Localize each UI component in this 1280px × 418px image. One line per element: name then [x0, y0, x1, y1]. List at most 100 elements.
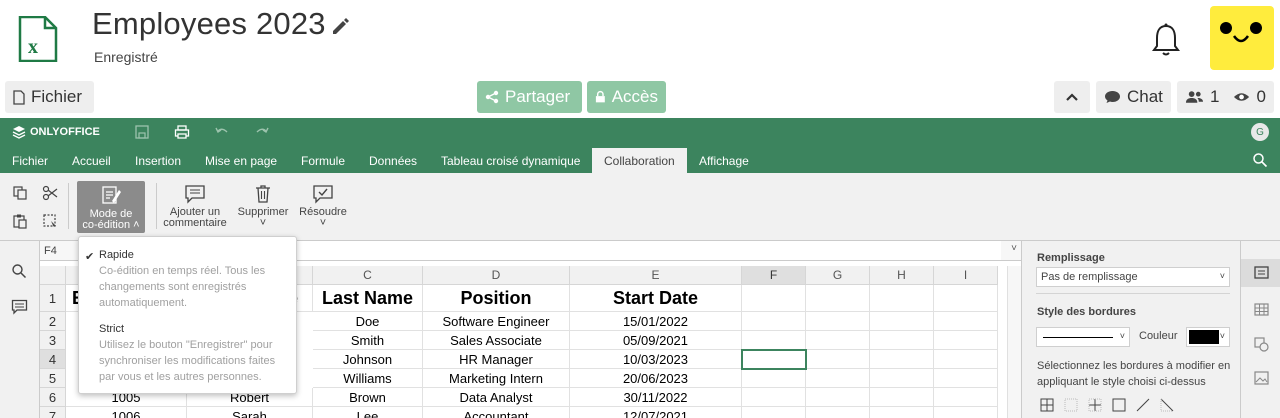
chat-button[interactable]: Chat [1096, 81, 1171, 113]
cell-last-name[interactable]: Johnson [313, 350, 423, 369]
column-header-i[interactable]: I [934, 266, 998, 285]
cell-last-name[interactable]: Williams [313, 369, 423, 388]
empty-cell[interactable] [742, 407, 998, 418]
column-header-e[interactable]: E [570, 266, 742, 285]
row-header[interactable]: 5 [40, 369, 66, 388]
cell-position[interactable]: HR Manager [423, 350, 570, 369]
cell-last-name[interactable]: Smith [313, 331, 423, 350]
cell-last-name[interactable]: Brown [313, 388, 423, 407]
comments-icon[interactable] [11, 299, 28, 315]
tab-formule[interactable]: Formule [289, 148, 357, 173]
border-style-select[interactable]: ˅ [1036, 327, 1130, 347]
empty-cell[interactable] [742, 369, 998, 388]
chevron-down-icon[interactable]: ˅ [1011, 243, 1017, 254]
document-title[interactable]: Employees 2023 [92, 6, 326, 42]
border-diagonal-down-icon[interactable] [1160, 398, 1174, 412]
cell-reference[interactable]: F4 [44, 245, 57, 257]
row-header[interactable]: 3 [40, 331, 66, 350]
selected-cell-f4[interactable] [741, 349, 807, 370]
tab-insertion[interactable]: Insertion [123, 148, 193, 173]
cell-position[interactable]: Accountant [423, 407, 570, 418]
undo-icon[interactable] [214, 124, 230, 140]
cell-position[interactable]: Data Analyst [423, 388, 570, 407]
column-header-g[interactable]: G [806, 266, 870, 285]
editor-user-avatar[interactable]: G [1251, 123, 1269, 141]
border-inner-icon[interactable] [1088, 398, 1102, 412]
resolve-comment-button[interactable]: Résoudre ˅ [296, 184, 350, 229]
search-icon[interactable] [1252, 152, 1268, 168]
cell-id[interactable]: 1006 [66, 407, 187, 418]
cell-first-name[interactable]: Sarah [187, 407, 313, 418]
cell-header-last-name[interactable]: Last Name [313, 285, 423, 312]
border-diagonal-up-icon[interactable] [1136, 398, 1150, 412]
tab-donnees[interactable]: Données [357, 148, 429, 173]
cell-position[interactable]: Sales Associate [423, 331, 570, 350]
table-settings-icon[interactable] [1254, 303, 1269, 316]
access-button[interactable]: Accès [587, 81, 666, 113]
row-header[interactable]: 2 [40, 312, 66, 331]
select-all-corner[interactable] [40, 266, 66, 285]
print-icon[interactable] [174, 124, 190, 140]
border-outer-icon[interactable] [1112, 398, 1126, 412]
cell-header-start-date[interactable]: Start Date [570, 285, 742, 312]
save-icon[interactable] [134, 124, 150, 140]
fill-select[interactable]: Pas de remplissage ˅ [1036, 267, 1230, 287]
border-none-icon[interactable] [1064, 398, 1078, 412]
vertical-scrollbar[interactable] [1007, 266, 1021, 418]
cell-last-name[interactable]: Lee [313, 407, 423, 418]
participants-button[interactable]: 1 0 [1177, 81, 1274, 113]
pencil-icon[interactable] [330, 16, 350, 36]
column-header-d[interactable]: D [423, 266, 570, 285]
select-all-icon[interactable] [42, 213, 58, 229]
cell-start-date[interactable]: 10/03/2023 [570, 350, 742, 369]
cell-position[interactable]: Marketing Intern [423, 369, 570, 388]
delete-comment-button[interactable]: Supprimer ˅ [234, 184, 292, 229]
share-button[interactable]: Partager [477, 81, 582, 113]
cell-header-position[interactable]: Position [423, 285, 570, 312]
empty-cell[interactable] [742, 388, 998, 407]
paste-icon[interactable] [12, 213, 28, 229]
cut-icon[interactable] [42, 185, 58, 201]
copy-icon[interactable] [12, 185, 28, 201]
shape-settings-icon[interactable] [1254, 337, 1269, 352]
empty-cell[interactable] [934, 285, 998, 312]
cell-start-date[interactable]: 12/07/2021 [570, 407, 742, 418]
coedit-mode-button[interactable]: Mode de co-édition ˄ [77, 181, 145, 233]
bell-icon[interactable] [1150, 22, 1182, 58]
border-presets[interactable] [1040, 398, 1190, 412]
column-header-c[interactable]: C [313, 266, 423, 285]
avatar[interactable] [1210, 6, 1274, 70]
empty-cell[interactable] [742, 285, 806, 312]
row-header[interactable]: 7 [40, 407, 66, 418]
add-comment-button[interactable]: Ajouter un commentaire [160, 184, 230, 229]
tab-mise-en-page[interactable]: Mise en page [193, 148, 289, 173]
empty-cell[interactable] [806, 285, 870, 312]
tab-tableau-croise[interactable]: Tableau croisé dynamique [429, 148, 592, 173]
column-header-h[interactable]: H [870, 266, 934, 285]
search-icon[interactable] [11, 263, 27, 279]
cell-last-name[interactable]: Doe [313, 312, 423, 331]
row-header[interactable]: 1 [40, 285, 66, 312]
collapse-header-button[interactable] [1054, 81, 1090, 113]
cell-start-date[interactable]: 15/01/2022 [570, 312, 742, 331]
cell-start-date[interactable]: 30/11/2022 [570, 388, 742, 407]
column-header-f[interactable]: F [742, 266, 806, 285]
tab-fichier[interactable]: Fichier [0, 148, 60, 173]
row-header[interactable]: 6 [40, 388, 66, 407]
empty-cell[interactable] [870, 285, 934, 312]
redo-icon[interactable] [254, 124, 270, 140]
tab-affichage[interactable]: Affichage [687, 148, 761, 173]
tab-accueil[interactable]: Accueil [60, 148, 123, 173]
row-header[interactable]: 4 [40, 350, 66, 369]
empty-cell[interactable] [742, 312, 998, 331]
image-settings-icon[interactable] [1254, 371, 1269, 385]
cell-settings-tab[interactable] [1241, 259, 1280, 287]
border-color-picker[interactable]: ˅ [1186, 327, 1230, 347]
empty-cell[interactable] [742, 331, 998, 350]
tab-collaboration[interactable]: Collaboration [592, 148, 687, 173]
cell-start-date[interactable]: 20/06/2023 [570, 369, 742, 388]
fichier-button[interactable]: Fichier [5, 81, 94, 113]
border-all-icon[interactable] [1040, 398, 1054, 412]
cell-start-date[interactable]: 05/09/2021 [570, 331, 742, 350]
cell-position[interactable]: Software Engineer [423, 312, 570, 331]
